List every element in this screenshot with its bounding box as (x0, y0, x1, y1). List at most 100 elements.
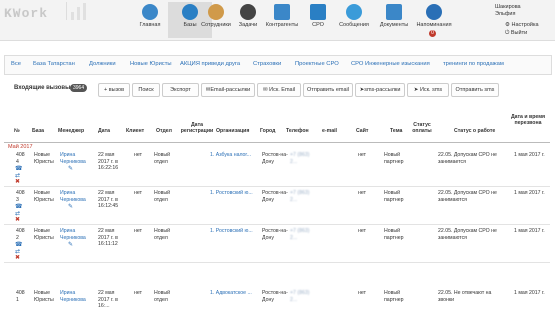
table-row[interactable]: 408 2 ☎ ⇄ ✖ Новые Юристы Ирина Черникова… (4, 228, 550, 263)
filter-tab[interactable]: тренинги по продажам (443, 61, 504, 67)
col-org[interactable]: Организация (216, 128, 249, 134)
chat-icon (346, 4, 362, 20)
table-row[interactable]: 408 1 Новые Юристы Ирина Черникова 22 ма… (4, 266, 550, 309)
sms-mailings-button[interactable]: ➤sms-рассылки (355, 83, 405, 97)
export-button[interactable]: Экспорт (162, 83, 199, 97)
row-callback: 1 мая 2017 г. (514, 228, 545, 234)
row-site: нет (358, 290, 366, 296)
col-city[interactable]: Город (260, 128, 275, 134)
col-topic[interactable]: Тема (390, 128, 402, 134)
row-num: 408 2 (16, 228, 25, 241)
row-dept: Новый отдел (154, 152, 171, 165)
table-row[interactable]: 408 4 ☎ ⇄ ✖ Новые Юристы Ирина Черникова… (4, 152, 550, 187)
filter-tab[interactable]: База Татарстан (33, 61, 75, 67)
calls-count-badge: 3964 (70, 84, 88, 92)
reminder-badge: 0 (429, 30, 436, 37)
home-icon (142, 4, 158, 20)
row-client: нет (134, 152, 142, 158)
row-date: 22 мая 2017 г. в 16:... (98, 290, 118, 309)
nav-reminders[interactable]: Напоминания 0 (412, 2, 456, 38)
email-mailings-button[interactable]: ✉Email-рассылки (201, 83, 255, 97)
row-work-status: 22.05. Допускам СРО не занимаются (438, 228, 497, 241)
logout-link[interactable]: ⏻ Выйти (505, 30, 527, 37)
row-city: Ростов-на-Дону (262, 152, 288, 165)
delete-icon[interactable]: ✖ (15, 178, 20, 185)
col-reg-date[interactable]: Дата регистрации (180, 122, 214, 134)
row-city: Ростов-на-Дону (262, 290, 288, 303)
row-org[interactable]: 1. Азбука налог... (210, 152, 260, 159)
nav-documents[interactable]: Документы (372, 2, 416, 38)
delete-icon[interactable]: ✖ (15, 216, 20, 223)
col-phone[interactable]: Телефон (286, 128, 309, 134)
delete-icon[interactable]: ✖ (15, 254, 20, 261)
row-manager[interactable]: Ирина Черникова (60, 152, 90, 165)
row-date: 22 мая 2017 г. в 16:12:45 (98, 190, 119, 209)
row-dept: Новый отдел (154, 228, 171, 241)
outgoing-email-button[interactable]: ✉ Иск. Email (257, 83, 301, 97)
incoming-calls-title: Входящие вызовы (14, 85, 71, 91)
logo[interactable]: KWork (4, 6, 48, 21)
col-date[interactable]: Дата (98, 128, 110, 134)
row-base: Новые Юристы (34, 152, 54, 165)
outgoing-sms-button[interactable]: ➤ Иск. sms (407, 83, 449, 97)
settings-link[interactable]: ⚙ Настройка (505, 22, 539, 28)
call-icon[interactable]: ☎ (15, 241, 22, 248)
col-email[interactable]: e-mail (322, 128, 337, 134)
filter-tab[interactable]: Должники (89, 61, 116, 67)
send-email-button[interactable]: Отправить email (303, 83, 353, 97)
filter-tab[interactable]: Проектные СРО (295, 61, 339, 67)
calls-toolbar: Входящие вызовы 3964 + вызов Поиск Экспо… (4, 80, 550, 100)
col-dept[interactable]: Отдел (156, 128, 172, 134)
user-last-name: Шакирова (495, 4, 521, 10)
col-manager[interactable]: Менеджер (58, 128, 84, 134)
people-icon (208, 4, 224, 20)
row-num: 408 4 (16, 152, 25, 165)
row-dept: Новый отдел (154, 190, 171, 203)
row-manager[interactable]: Ирина Черникова (60, 190, 90, 203)
edit-pen-icon[interactable]: ✎ (68, 203, 73, 210)
row-work-status: 22.05. Не отвечают на звонки (438, 290, 492, 303)
filter-tab[interactable]: Все (11, 61, 21, 67)
send-sms-button[interactable]: Отправить sms (451, 83, 499, 97)
nav-home[interactable]: Главная (128, 2, 172, 38)
row-org[interactable]: 1. Адвокатское ... (210, 290, 260, 297)
col-num[interactable]: № (14, 128, 20, 134)
call-icon[interactable]: ☎ (15, 203, 22, 210)
filter-tab[interactable]: Страховки (253, 61, 281, 67)
row-client: нет (134, 190, 142, 196)
settings-label: Настройка (511, 22, 539, 28)
col-base[interactable]: База (32, 128, 44, 134)
call-icon[interactable]: ☎ (15, 165, 22, 172)
outgoing-email-label: Иск. Email (269, 87, 296, 93)
col-payment[interactable]: Статус оплаты (408, 122, 436, 134)
nav-messages[interactable]: Сообщения (332, 2, 376, 38)
row-manager[interactable]: Ирина Черникова (60, 228, 90, 241)
edit-pen-icon[interactable]: ✎ (68, 165, 73, 172)
row-phone: +7 (863) 2... (290, 228, 310, 241)
row-callback: 1 мая 2017 г. (514, 190, 545, 196)
edit-pen-icon[interactable]: ✎ (68, 241, 73, 248)
folder-icon (386, 4, 402, 20)
row-manager[interactable]: Ирина Черникова (60, 290, 90, 303)
sms-mailings-label: sms-рассылки (364, 87, 401, 93)
col-callback[interactable]: Дата и время перезвона (510, 114, 546, 126)
row-base: Новые Юристы (34, 290, 54, 303)
nav-messages-label: Сообщения (339, 22, 369, 28)
nav-documents-label: Документы (379, 22, 409, 28)
col-work-status[interactable]: Статус о работе (454, 128, 495, 134)
row-org[interactable]: 1. Ростовский ю... (210, 228, 260, 235)
table-row[interactable]: 408 3 ☎ ⇄ ✖ Новые Юристы Ирина Черникова… (4, 190, 550, 225)
col-site[interactable]: Сайт (356, 128, 368, 134)
row-city: Ростов-на-Дону (262, 228, 288, 241)
filter-tab[interactable]: АКЦИЯ приведи друга (180, 61, 240, 67)
search-button[interactable]: Поиск (132, 83, 160, 97)
user-first-name: Эльфия (495, 11, 516, 17)
row-topic: Новый партнер (384, 290, 404, 303)
building-icon (274, 4, 290, 20)
filter-tab[interactable]: Новые Юристы (130, 61, 172, 67)
row-org[interactable]: 1. Ростовский ю... (210, 190, 260, 197)
add-call-button[interactable]: + вызов (98, 83, 130, 97)
filter-tab[interactable]: СРО Инженерные изыскания (351, 61, 430, 67)
row-topic: Новый партнер (384, 190, 404, 203)
col-client[interactable]: Клиент (126, 128, 144, 134)
